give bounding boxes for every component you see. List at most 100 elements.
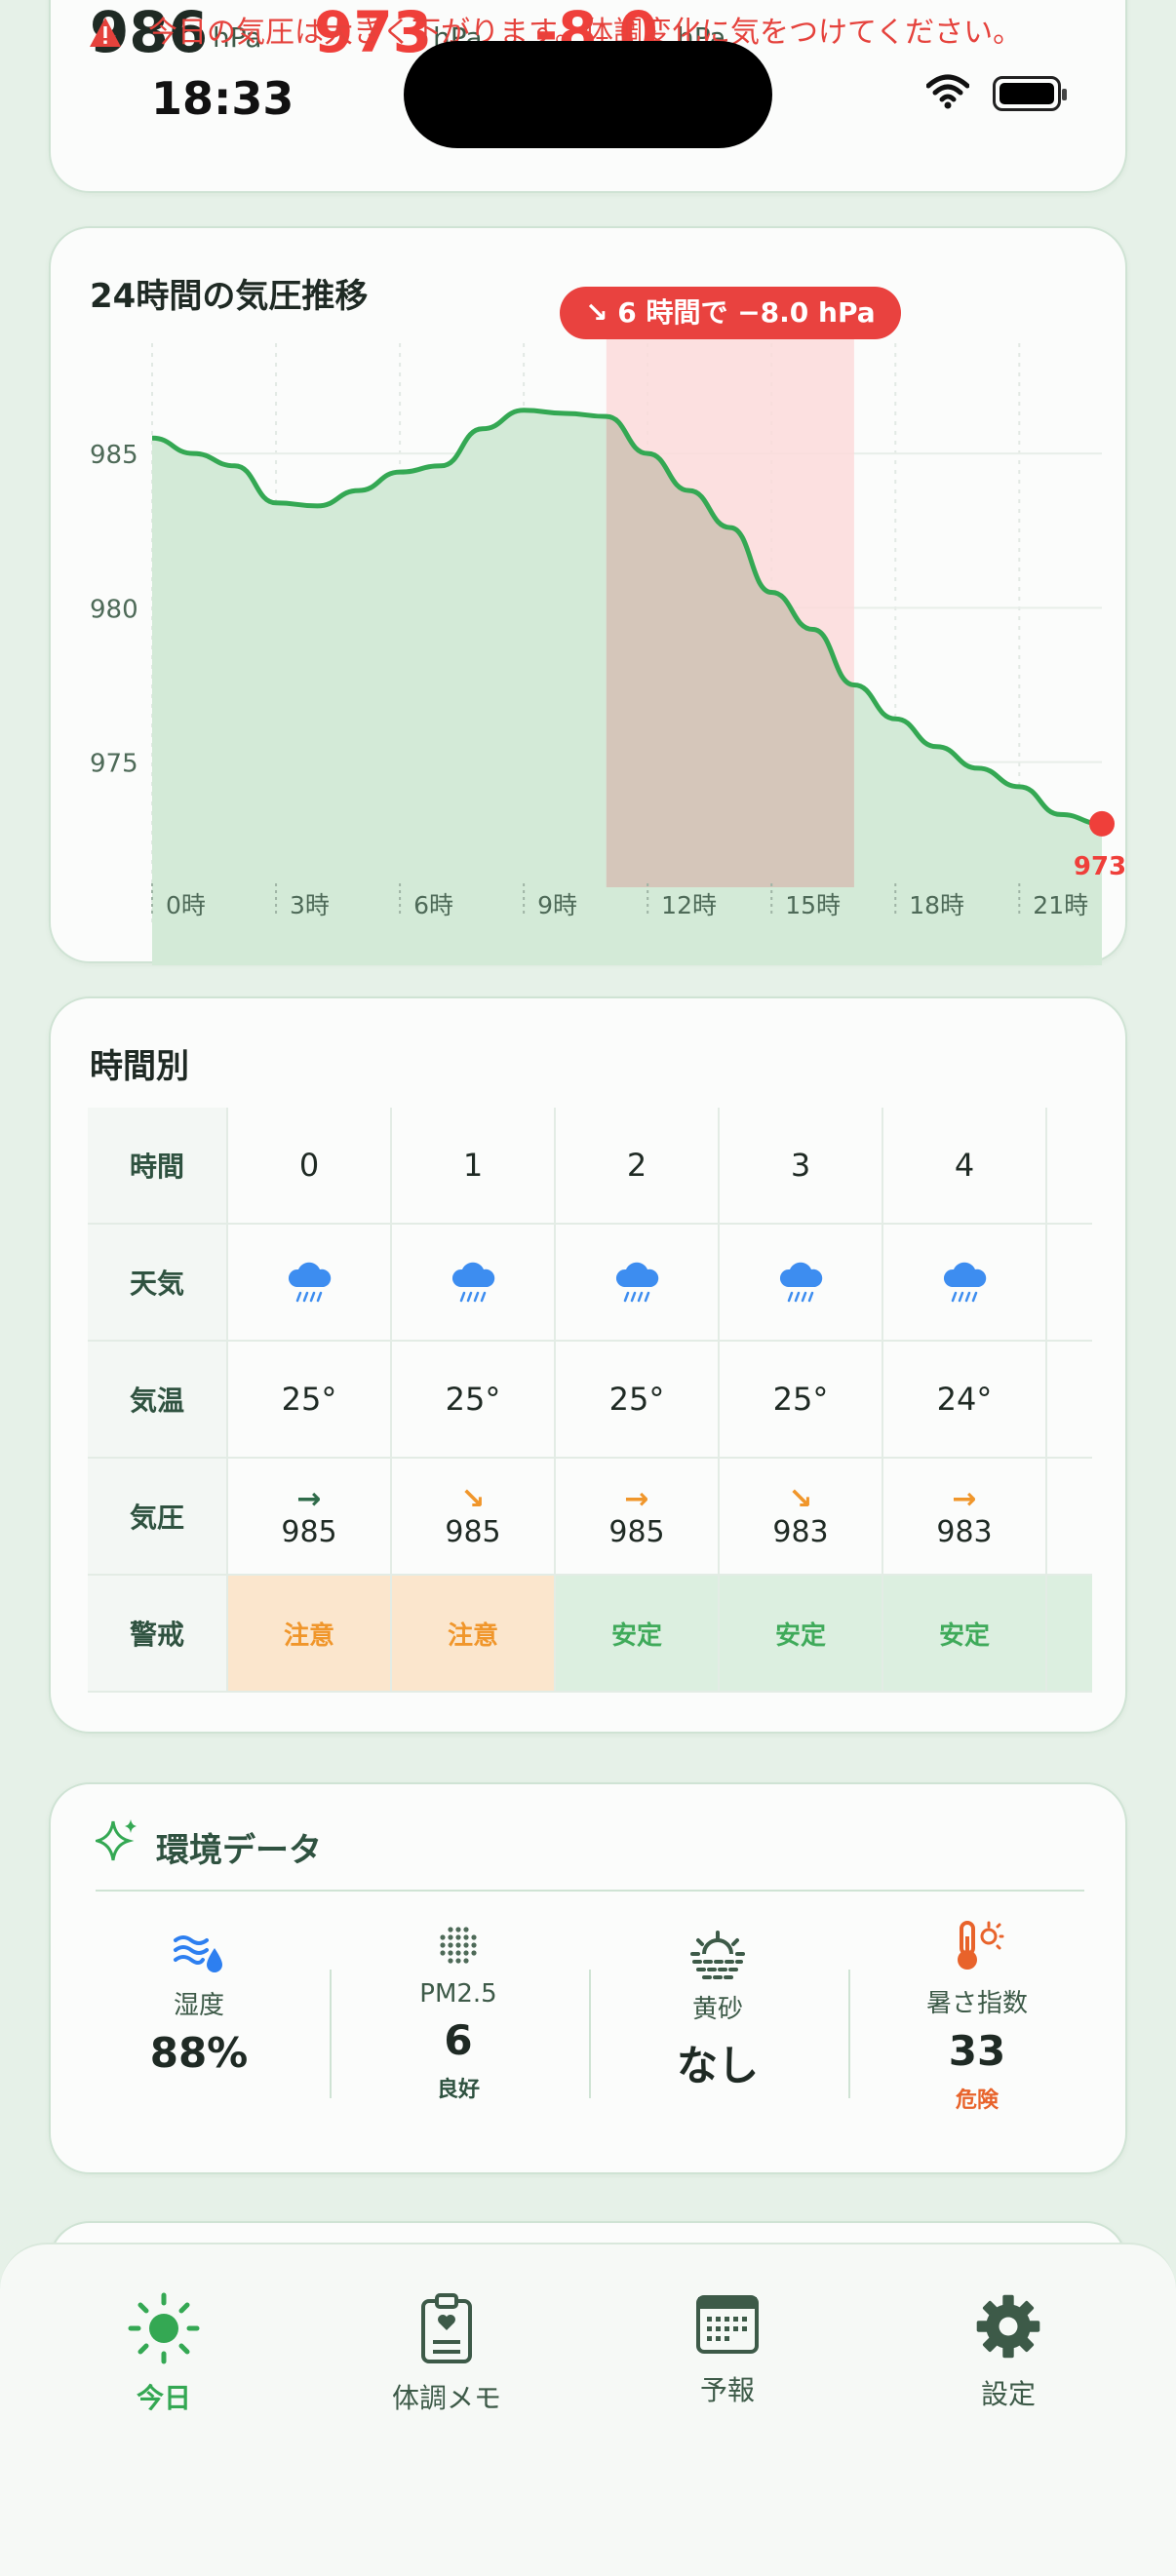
alert-cell: 安定 <box>720 1576 883 1693</box>
warning-icon <box>90 18 121 47</box>
trend-flat-icon: → <box>624 1481 649 1516</box>
x-tick-label: 21時 <box>1033 891 1088 919</box>
hour-cell: 3 <box>720 1108 883 1225</box>
rain-cloud-icon <box>615 1262 659 1303</box>
env-humidity: 湿度 88% <box>72 1931 326 2077</box>
temperature-cell: 25° <box>228 1342 392 1459</box>
trend-flat-icon: → <box>296 1481 322 1516</box>
pm25-status: 良好 <box>436 2078 480 2102</box>
x-tick-label: 12時 <box>661 891 717 919</box>
bottom-tab-bar: 今日 体調メモ 予報 設定 <box>0 2243 1176 2576</box>
env-yellow-sand: 黄砂 なし <box>591 1931 844 2092</box>
heat-index-value: 33 <box>948 2027 1006 2075</box>
hourly-table[interactable]: 時間 天気 気温 気圧 警戒 0 25° → 985 注意 1 25° ↘ 985 注意 2 25° → 985 安定… <box>88 1108 1092 1693</box>
rain-cloud-icon <box>451 1262 495 1303</box>
environment-title: 環境データ <box>156 1831 322 1870</box>
pressure-cell: ↘ 983 <box>720 1459 883 1576</box>
x-tick-label: 9時 <box>537 891 577 919</box>
temperature-cell: 25° <box>720 1342 883 1459</box>
environment-card: 環境データ 湿度 88% PM2.5 6 良好 黄砂 なし 暑さ指数 33 危険 <box>49 1782 1127 2174</box>
pressure-cell: → 985 <box>228 1459 392 1576</box>
alert-cell: 注意 <box>392 1576 556 1693</box>
current-pressure-label: 973 <box>1074 852 1126 881</box>
heat-index-status: 危険 <box>955 2088 999 2113</box>
rain-cloud-icon <box>288 1262 332 1303</box>
x-tick-label: 3時 <box>290 891 330 919</box>
pressure-value: 985 <box>608 1514 665 1549</box>
weather-cell <box>228 1225 392 1342</box>
yellow-sand-icon <box>690 1931 745 1979</box>
gear-icon <box>976 2294 1040 2359</box>
pressure-value: 983 <box>772 1514 829 1549</box>
y-tick-label: 985 <box>90 441 138 470</box>
rain-cloud-icon <box>943 1262 987 1303</box>
tab-today-label: 今日 <box>136 2382 191 2414</box>
pm25-label: PM2.5 <box>419 1979 497 2009</box>
weather-cell <box>883 1225 1047 1342</box>
tab-settings-label: 設定 <box>980 2378 1036 2410</box>
pm25-icon <box>440 1927 477 1964</box>
pressure-drop-text: 6 時間で −8.0 hPa <box>617 296 876 329</box>
tab-today[interactable]: 今日 <box>66 2289 261 2416</box>
heat-index-icon <box>958 1921 1004 1970</box>
tab-settings[interactable]: 設定 <box>911 2289 1106 2412</box>
hourly-card: 時間別 時間 天気 気温 気圧 警戒 0 25° → 985 注意 1 25° ↘ 985 注意 2 25° → 9… <box>49 996 1127 1734</box>
x-tick-label: 18時 <box>909 891 964 919</box>
yellow-sand-label: 黄砂 <box>691 1995 743 2024</box>
pressure-cell: → 985 <box>556 1459 720 1576</box>
y-tick-label: 980 <box>90 595 138 624</box>
temperature-cell: 25° <box>556 1342 720 1459</box>
yellow-sand-value: なし <box>676 2042 759 2089</box>
x-tick-label: 0時 <box>166 891 206 919</box>
weather-cell <box>556 1225 720 1342</box>
hour-cell: 1 <box>392 1108 556 1225</box>
table-cell <box>1047 1225 1092 1342</box>
weather-cell <box>720 1225 883 1342</box>
temperature-cell: 25° <box>392 1342 556 1459</box>
row-label: 天気 <box>88 1225 228 1342</box>
alert-cell: 注意 <box>228 1576 392 1693</box>
trend-down-icon: ↘ <box>460 1481 486 1516</box>
hour-cell: 2 <box>556 1108 720 1225</box>
battery-icon <box>993 76 1067 111</box>
sparkle-icon <box>96 1819 137 1861</box>
row-label: 警戒 <box>88 1576 228 1693</box>
y-tick-label: 975 <box>90 750 138 779</box>
env-heat-index: 暑さ指数 33 危険 <box>850 1919 1104 2114</box>
calendar-icon <box>696 2295 759 2354</box>
row-label: 時間 <box>88 1108 228 1225</box>
hour-cell: 0 <box>228 1108 392 1225</box>
trend-down-icon: ↘ <box>788 1481 813 1516</box>
x-tick-label: 6時 <box>413 891 453 919</box>
alert-cell: 安定 <box>556 1576 720 1693</box>
environment-divider <box>96 1890 1084 1892</box>
dynamic-island <box>404 41 772 148</box>
humidity-value: 88% <box>149 2029 249 2077</box>
hourly-title: 時間別 <box>90 1047 189 1086</box>
temperature-cell: 24° <box>883 1342 1047 1459</box>
status-bar-time: 18:33 <box>151 72 294 125</box>
pressure-cell: → 983 <box>883 1459 1047 1576</box>
table-cell <box>1047 1108 1092 1225</box>
tab-health-memo[interactable]: 体調メモ <box>349 2289 544 2416</box>
pressure-value: 985 <box>281 1514 337 1549</box>
table-cell <box>1047 1342 1092 1459</box>
pressure-cell: ↘ 985 <box>392 1459 556 1576</box>
pressure-value: 985 <box>445 1514 501 1549</box>
pressure-value: 983 <box>936 1514 993 1549</box>
table-cell <box>1047 1576 1092 1693</box>
humidity-icon <box>174 1935 222 1972</box>
row-label: 気圧 <box>88 1459 228 1576</box>
x-tick-label: 15時 <box>785 891 841 919</box>
tab-forecast-label: 予報 <box>699 2374 755 2406</box>
weather-cell <box>392 1225 556 1342</box>
tab-forecast[interactable]: 予報 <box>630 2289 825 2408</box>
env-pm25: PM2.5 6 良好 <box>332 1921 585 2103</box>
trend-down-icon: ↘ <box>585 296 618 329</box>
rain-cloud-icon <box>779 1262 823 1303</box>
row-label: 気温 <box>88 1342 228 1459</box>
sun-icon <box>128 2292 200 2364</box>
pressure-drop-badge: ↘ 6 時間で −8.0 hPa <box>560 287 901 339</box>
humidity-label: 湿度 <box>173 1991 224 2020</box>
table-cell <box>1047 1459 1092 1576</box>
